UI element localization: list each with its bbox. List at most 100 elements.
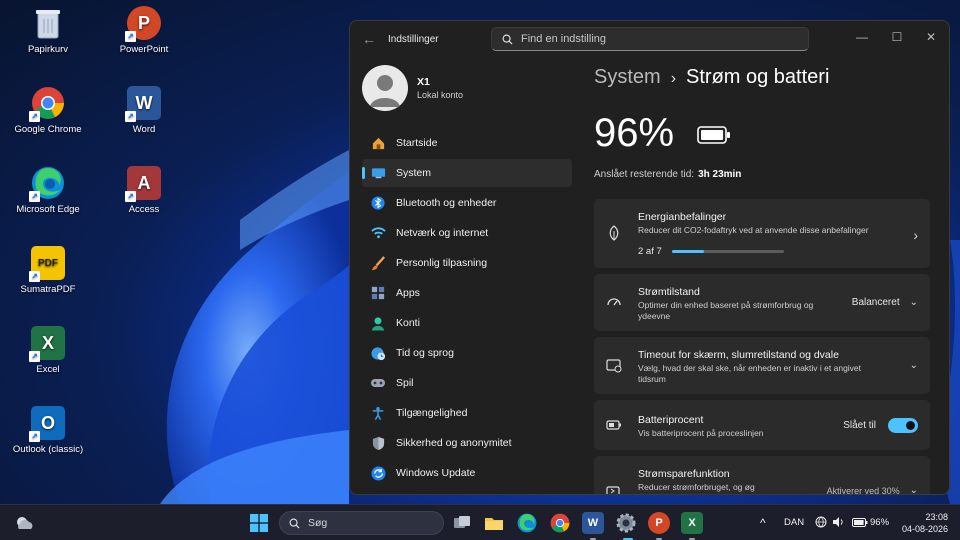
minimize-button[interactable]: — <box>847 27 877 47</box>
chrome-taskbar-icon[interactable] <box>549 512 571 534</box>
battery-tray-percent: 96% <box>870 517 890 528</box>
card-subtitle: Vælg, hvad der skal ske, når enheden er … <box>638 363 862 384</box>
chevron-right-icon: › <box>913 227 918 243</box>
desktop-icon-access[interactable]: A ↗ Access <box>104 166 184 215</box>
sidebar-item-gaming[interactable]: Spil <box>362 369 572 397</box>
user-name: X1 <box>417 76 430 88</box>
close-button[interactable]: ✕ <box>916 27 946 47</box>
card-screen-timeout[interactable]: Timeout for skærm, slumretilstand og dva… <box>594 337 930 394</box>
chevron-down-icon: ⌄ <box>909 485 918 495</box>
card-power-mode[interactable]: Strømtilstand Optimer din enhed baseret … <box>594 274 930 331</box>
sidebar-item-personalization[interactable]: Personlig tilpasning <box>362 249 572 277</box>
apps-icon <box>370 285 386 301</box>
sidebar-item-label: Bluetooth og enheder <box>396 197 497 209</box>
word-icon: W ↗ <box>125 86 161 122</box>
sidebar-item-label: Startside <box>396 137 438 149</box>
sidebar-item-startside[interactable]: Startside <box>362 129 572 157</box>
clock[interactable]: 23:08 04-08-2026 <box>902 511 948 535</box>
battery-saver-dropdown[interactable]: Aktiverer ved 30% ⌄ <box>826 485 918 495</box>
desktop-icon-outlook[interactable]: O ↗ Outlook (classic) <box>8 406 88 455</box>
taskbar-search[interactable]: Søg <box>279 511 444 535</box>
input-language[interactable]: DAN <box>784 517 804 528</box>
system-icon <box>370 165 386 181</box>
task-view-icon[interactable] <box>451 512 473 534</box>
leaf-icon <box>609 225 619 241</box>
card-subtitle: Reducer dit CO2-fodaftryk ved at anvende… <box>638 225 869 235</box>
remaining-time-value: 3h 23min <box>698 169 742 180</box>
clock-date: 04-08-2026 <box>901 524 948 534</box>
start-button[interactable] <box>248 512 270 534</box>
sidebar-item-windows-update[interactable]: Windows Update <box>362 459 572 487</box>
desktop-icon-edge[interactable]: ↗ Microsoft Edge <box>8 166 88 215</box>
battery-icon <box>697 126 730 144</box>
battery-settings-icon <box>606 420 621 430</box>
word-taskbar-icon[interactable]: W <box>582 512 604 534</box>
back-button[interactable]: ← <box>362 31 376 47</box>
desktop-icon-sumatrapdf[interactable]: PDF ↗ SumatraPDF <box>8 246 88 295</box>
sidebar-item-apps[interactable]: Apps <box>362 279 572 307</box>
sidebar-item-label: Sikkerhed og anonymitet <box>396 437 512 449</box>
edge-taskbar-icon[interactable] <box>516 512 538 534</box>
network-icon[interactable] <box>815 516 827 528</box>
accessibility-icon <box>370 405 386 421</box>
edge-icon: ↗ <box>29 166 65 202</box>
sidebar-item-bluetooth[interactable]: Bluetooth og enheder <box>362 189 572 217</box>
desktop-icon-label: PowerPoint <box>119 44 169 55</box>
power-mode-dropdown[interactable]: Balanceret ⌄ <box>852 297 918 308</box>
sidebar-item-accounts[interactable]: Konti <box>362 309 572 337</box>
settings-search[interactable] <box>491 27 809 51</box>
outlook-icon: O ↗ <box>29 406 65 442</box>
desktop-icon-word[interactable]: W ↗ Word <box>104 86 184 135</box>
card-title: Strømtilstand <box>638 286 700 298</box>
progress-label: 2 af 7 <box>638 246 662 257</box>
powerpoint-taskbar-icon[interactable]: P <box>648 512 670 534</box>
sidebar-item-label: Apps <box>396 287 420 299</box>
sidebar-item-time-language[interactable]: Tid og sprog <box>362 339 572 367</box>
sidebar-item-system[interactable]: System <box>362 159 572 187</box>
power-mode-icon <box>607 298 621 306</box>
desktop-icon-powerpoint[interactable]: P ↗ PowerPoint <box>104 6 184 55</box>
maximize-button[interactable]: ☐ <box>882 27 912 47</box>
sidebar-item-label: Windows Update <box>396 467 476 479</box>
wifi-icon <box>370 225 386 241</box>
screen-timeout-icon <box>606 359 622 373</box>
access-icon: A ↗ <box>125 166 161 202</box>
sidebar-item-network[interactable]: Netværk og internet <box>362 219 572 247</box>
sidebar-item-accessibility[interactable]: Tilgængelighed <box>362 399 572 427</box>
desktop-icon-label: Excel <box>36 364 60 375</box>
desktop-icon-chrome[interactable]: ↗ Google Chrome <box>8 86 88 135</box>
settings-window: ← Indstillinger — ☐ ✕ X1 Lokal konto Sta… <box>349 20 950 495</box>
card-battery-saver[interactable]: Strømsparefunktion Reducer strømforbruge… <box>594 456 930 495</box>
sidebar-item-label: Spil <box>396 377 414 389</box>
battery-saver-value: Aktiverer ved 30% <box>826 485 900 495</box>
card-subtitle: Reducer strømforbruget, og øg <box>638 482 755 492</box>
battery-percentage-toggle[interactable] <box>888 418 918 433</box>
breadcrumb-separator: › <box>670 70 677 87</box>
energy-progress-bar <box>672 250 784 253</box>
breadcrumb-parent[interactable]: System <box>594 66 661 88</box>
file-explorer-icon[interactable] <box>483 512 505 534</box>
remaining-time: Anslået resterende tid: 3h 23min <box>594 169 741 180</box>
volume-icon[interactable] <box>832 516 845 528</box>
battery-saver-icon <box>606 486 620 494</box>
desktop-icon-label: SumatraPDF <box>20 284 76 295</box>
card-title: Batteriprocent <box>638 414 704 426</box>
windows-logo-icon <box>250 514 268 532</box>
weather-icon[interactable] <box>14 512 36 534</box>
excel-taskbar-icon[interactable]: X <box>681 512 703 534</box>
sidebar-item-privacy-security[interactable]: Sikkerhed og anonymitet <box>362 429 572 457</box>
taskbar: Søg W P X ^ DAN 96% 23:08 04-08-2026 <box>0 504 960 540</box>
card-energy-recommendations[interactable]: Energianbefalinger Reducer dit CO2-fodaf… <box>594 199 930 268</box>
tray-overflow-chevron[interactable]: ^ <box>760 516 766 530</box>
avatar <box>362 65 408 111</box>
search-input[interactable] <box>521 33 781 45</box>
desktop-icon-recycle-bin[interactable]: Papirkurv <box>8 6 88 55</box>
settings-taskbar-icon[interactable] <box>615 512 637 534</box>
user-profile[interactable]: X1 Lokal konto <box>362 65 562 111</box>
desktop-icon-excel[interactable]: X ↗ Excel <box>8 326 88 375</box>
desktop-icon-label: Microsoft Edge <box>16 204 80 215</box>
toggle-state-label: Slået til <box>843 420 876 431</box>
remaining-time-label: Anslået resterende tid: <box>594 169 695 180</box>
battery-tray-icon[interactable] <box>852 518 868 527</box>
card-battery-percentage[interactable]: Batteriprocent Vis batteriprocent på pro… <box>594 400 930 450</box>
